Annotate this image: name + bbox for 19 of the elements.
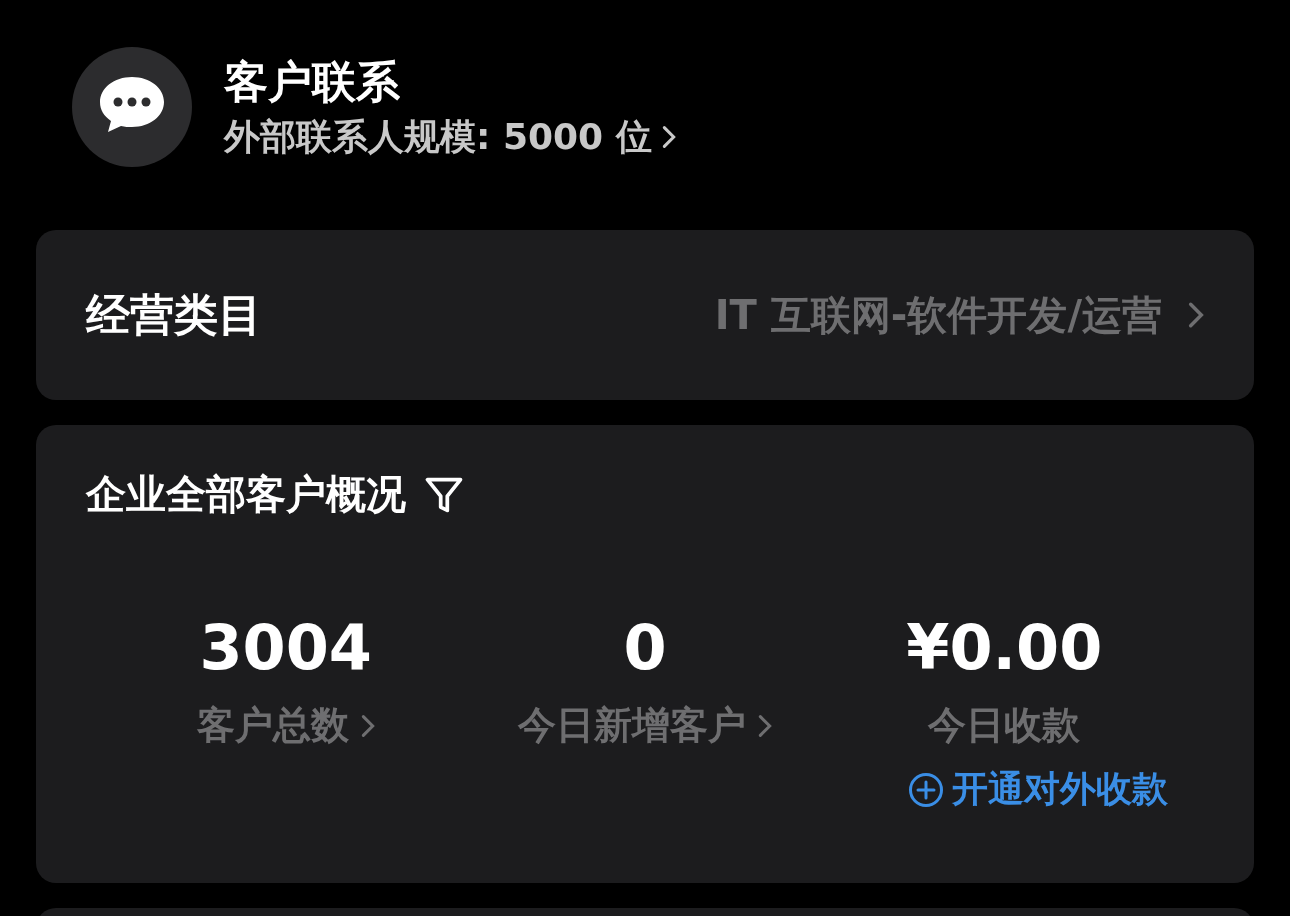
stat-link[interactable]: 今日新增客户: [518, 700, 772, 751]
plus-circle-icon: [908, 771, 944, 808]
chevron-right-icon: [758, 713, 772, 738]
enable-payments-link[interactable]: 开通对外收款: [908, 765, 1168, 814]
stat-value: 3004: [199, 610, 372, 686]
chat-bubble-icon: [72, 47, 192, 167]
chevron-right-icon: [1188, 301, 1204, 329]
stat-link[interactable]: 客户总数: [196, 700, 375, 751]
stat-label: 今日收款: [928, 702, 1081, 749]
overview-title: 企业全部客户概况: [86, 470, 406, 519]
contact-scale-link[interactable]: 外部联系人规模: 5000 位: [224, 112, 676, 162]
chevron-right-icon: [661, 125, 676, 149]
chevron-right-icon: [360, 713, 375, 738]
stat-value: 0: [623, 610, 667, 686]
category-label: 经营类目: [86, 287, 262, 342]
stat-value: ¥0.00: [906, 610, 1103, 686]
category-value: IT 互联网-软件开发/运营: [714, 290, 1162, 340]
page-title: 客户联系: [224, 55, 401, 109]
category-row[interactable]: 经营类目 IT 互联网-软件开发/运营: [36, 230, 1254, 400]
